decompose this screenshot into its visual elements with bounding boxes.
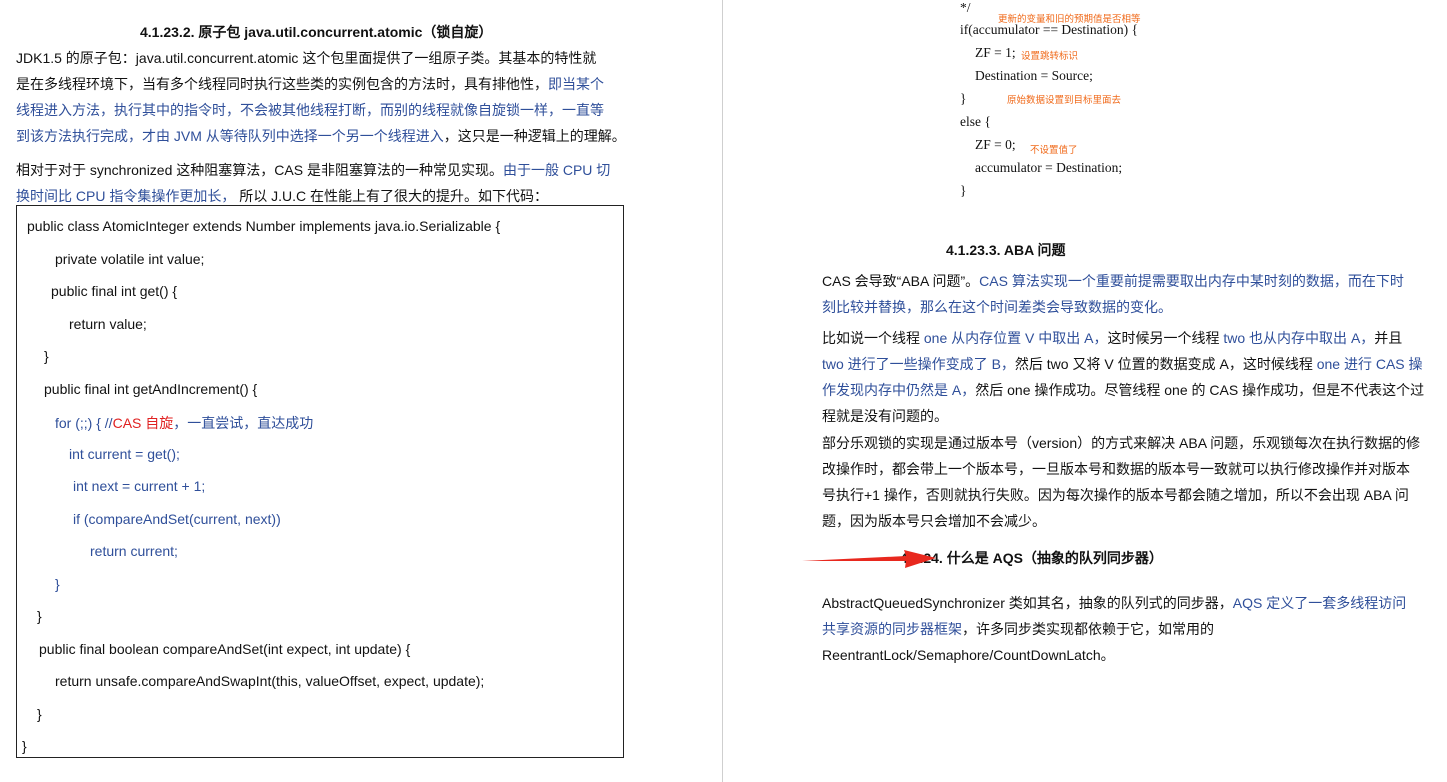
- code-line: public final int get() {: [51, 283, 178, 299]
- arrow-shape: [802, 550, 936, 568]
- highlight-span: two 也从内存中取出 A，: [1223, 330, 1375, 346]
- text-line: 程就是没有问题的。: [822, 408, 948, 424]
- code-line: public class AtomicInteger extends Numbe…: [27, 218, 501, 234]
- page-divider: [722, 0, 723, 782]
- paragraph-aqs-intro: AbstractQueuedSynchronizer 类如其名，抽象的队列式的同…: [822, 590, 1406, 668]
- code-line: public final int getAndIncrement() {: [44, 381, 258, 397]
- text-line: 作发现内存中仍然是 A，然后 one 操作成功。尽管线程 one 的 CAS 操…: [822, 377, 1424, 403]
- highlight-span: 作发现内存中仍然是 A，: [822, 382, 976, 398]
- text-line: two 进行了一些操作变成了 B，然后 two 又将 V 位置的数据变成 A，这…: [822, 351, 1424, 377]
- code-block-atomicinteger: public class AtomicInteger extends Numbe…: [16, 205, 624, 758]
- highlight-span: 共享资源的同步器框架: [822, 621, 962, 637]
- code-line: return value;: [69, 316, 147, 332]
- highlight-span: one 进行 CAS 操: [1316, 356, 1423, 372]
- code-annotation: 不设置值了: [1030, 145, 1078, 156]
- highlight-span: two 进行了一些操作变成了 B，: [822, 356, 1015, 372]
- text-line: 是在多线程环境下，当有多个线程同时执行这些类的实例包含的方法时，具有排他性，即当…: [16, 71, 626, 97]
- code-line: ZF = 1;: [975, 45, 1016, 60]
- code-line-for-loop: for (;;) { //CAS 自旋，一直尝试，直达成功: [55, 413, 313, 433]
- code-line: }: [55, 576, 60, 592]
- highlight-span: 即当某个: [548, 76, 604, 92]
- code-line: }: [37, 608, 42, 624]
- code-line: }: [960, 91, 967, 106]
- text-line: AbstractQueuedSynchronizer 类如其名，抽象的队列式的同…: [822, 590, 1406, 616]
- code-line: */: [960, 0, 971, 15]
- text-span: 然后 one 操作成功。尽管线程 one 的 CAS 操作成功，但是不代表这个过: [975, 382, 1425, 398]
- text-line: ReentrantLock/Semaphore/CountDownLatch。: [822, 647, 1115, 663]
- code-line: }: [22, 738, 27, 754]
- text-span: CAS 会导致“ABA 问题”。: [822, 273, 980, 289]
- highlight-line: 线程进入方法，执行其中的指令时，不会被其他线程打断，而别的线程就像自旋锁一样，一…: [16, 102, 604, 118]
- code-line: return unsafe.compareAndSwapInt(this, va…: [55, 673, 485, 689]
- highlight-span: 换时间比 CPU 指令集操作更加长，: [16, 188, 236, 204]
- code-line: }: [44, 348, 49, 364]
- text-line: 题，因为版本号只会增加不会减少。: [822, 513, 1046, 529]
- code-line: public final boolean compareAndSet(int e…: [39, 641, 411, 657]
- text-line: JDK1.5 的原子包：java.util.concurrent.atomic …: [16, 50, 597, 66]
- code-line: if (compareAndSet(current, next)): [73, 511, 281, 527]
- paragraph-cas-intro: 相对于对于 synchronized 这种阻塞算法，CAS 是非阻塞算法的一种常…: [16, 157, 610, 209]
- paragraph-aba-intro: CAS 会导致“ABA 问题”。CAS 算法实现一个重要前提需要取出内存中某时刻…: [822, 268, 1404, 320]
- left-page: 4.1.23.2. 原子包 java.util.concurrent.atomi…: [0, 0, 722, 782]
- code-line: int current = get();: [69, 446, 180, 462]
- highlight-span: 由于一般 CPU 切: [502, 162, 611, 178]
- paragraph-aba-version: 部分乐观锁的实现是通过版本号（version）的方式来解决 ABA 问题，乐观锁…: [822, 430, 1420, 534]
- text-line: 改操作时，都会带上一个版本号，一旦版本号和数据的版本号一致就可以执行修改操作并对…: [822, 461, 1410, 477]
- code-line: }: [37, 706, 42, 722]
- highlight-span: CAS 算法实现一个重要前提需要取出内存中某时刻的数据，而在下时: [979, 273, 1404, 289]
- text-line: 到该方法执行完成，才由 JVM 从等待队列中选择一个另一个线程进入，这只是一种逻…: [16, 123, 626, 149]
- code-line: int next = current + 1;: [73, 478, 206, 494]
- code-comment: ，一直尝试，直达成功: [173, 415, 314, 431]
- highlight-line: 刻比较并替换，那么在这个时间差类会导致数据的变化。: [822, 299, 1172, 315]
- text-line: 比如说一个线程 one 从内存位置 V 中取出 A，这时候另一个线程 two 也…: [822, 325, 1424, 351]
- text-span: ，这只是一种逻辑上的理解。: [443, 128, 626, 144]
- red-arrow-annotation: [802, 550, 936, 568]
- highlight-span: AQS 定义了一套多线程访问: [1232, 595, 1407, 611]
- code-span: for (;;) { //: [55, 415, 113, 431]
- code-line: if(accumulator == Destination) {: [960, 22, 1139, 37]
- code-annotation: 原始数据设置到目标里面去: [1007, 95, 1122, 106]
- text-line: 部分乐观锁的实现是通过版本号（version）的方式来解决 ABA 问题，乐观锁…: [822, 435, 1421, 451]
- paragraph-atomic-intro: JDK1.5 的原子包：java.util.concurrent.atomic …: [16, 45, 626, 149]
- section-heading-aba: 4.1.23.3. ABA 问题: [946, 242, 1066, 258]
- code-line: }: [960, 183, 967, 198]
- text-span: 并且: [1374, 330, 1403, 346]
- text-span: AbstractQueuedSynchronizer 类如其名，抽象的队列式的同…: [822, 595, 1233, 611]
- code-line: else {: [960, 114, 991, 129]
- text-line: 共享资源的同步器框架，许多同步类实现都依赖于它，如常用的: [822, 616, 1406, 642]
- text-line: 号执行+1 操作，否则就执行失败。因为每次操作的版本号都会随之增加，所以不会出现…: [822, 487, 1409, 503]
- code-annotation: 设置跳转标识: [1021, 51, 1079, 62]
- code-line: ZF = 0;: [975, 137, 1016, 152]
- highlight-span: one 从内存位置 V 中取出 A，: [923, 330, 1108, 346]
- text-line: CAS 会导致“ABA 问题”。CAS 算法实现一个重要前提需要取出内存中某时刻…: [822, 268, 1404, 294]
- text-span: 然后 two 又将 V 位置的数据变成 A，这时候线程: [1014, 356, 1317, 372]
- section-heading-aqs: 4.1.24. 什么是 AQS（抽象的队列同步器）: [900, 550, 1163, 566]
- code-line: Destination = Source;: [975, 68, 1093, 83]
- text-span: 所以 J.U.C 在性能上有了很大的提升。如下代码：: [235, 188, 549, 204]
- section-heading-atomic: 4.1.23.2. 原子包 java.util.concurrent.atomi…: [140, 24, 493, 40]
- code-line: private volatile int value;: [55, 251, 205, 267]
- highlight-span: 到该方法执行完成，才由 JVM 从等待队列中选择一个另一个线程进入: [16, 128, 444, 144]
- text-span: 相对于对于 synchronized 这种阻塞算法，CAS 是非阻塞算法的一种常…: [16, 162, 503, 178]
- paragraph-aba-example: 比如说一个线程 one 从内存位置 V 中取出 A，这时候另一个线程 two 也…: [822, 325, 1424, 429]
- code-line: return current;: [90, 543, 178, 559]
- text-span: 比如说一个线程: [822, 330, 924, 346]
- text-span: ，许多同步类实现都依赖于它，如常用的: [962, 621, 1214, 637]
- text-span: 是在多线程环境下，当有多个线程同时执行这些类的实例包含的方法时，具有排他性，: [16, 76, 548, 92]
- code-comment-red: CAS 自旋: [112, 415, 174, 431]
- text-line: 相对于对于 synchronized 这种阻塞算法，CAS 是非阻塞算法的一种常…: [16, 157, 610, 183]
- text-span: 这时候另一个线程: [1107, 330, 1224, 346]
- code-line: accumulator = Destination;: [975, 160, 1123, 175]
